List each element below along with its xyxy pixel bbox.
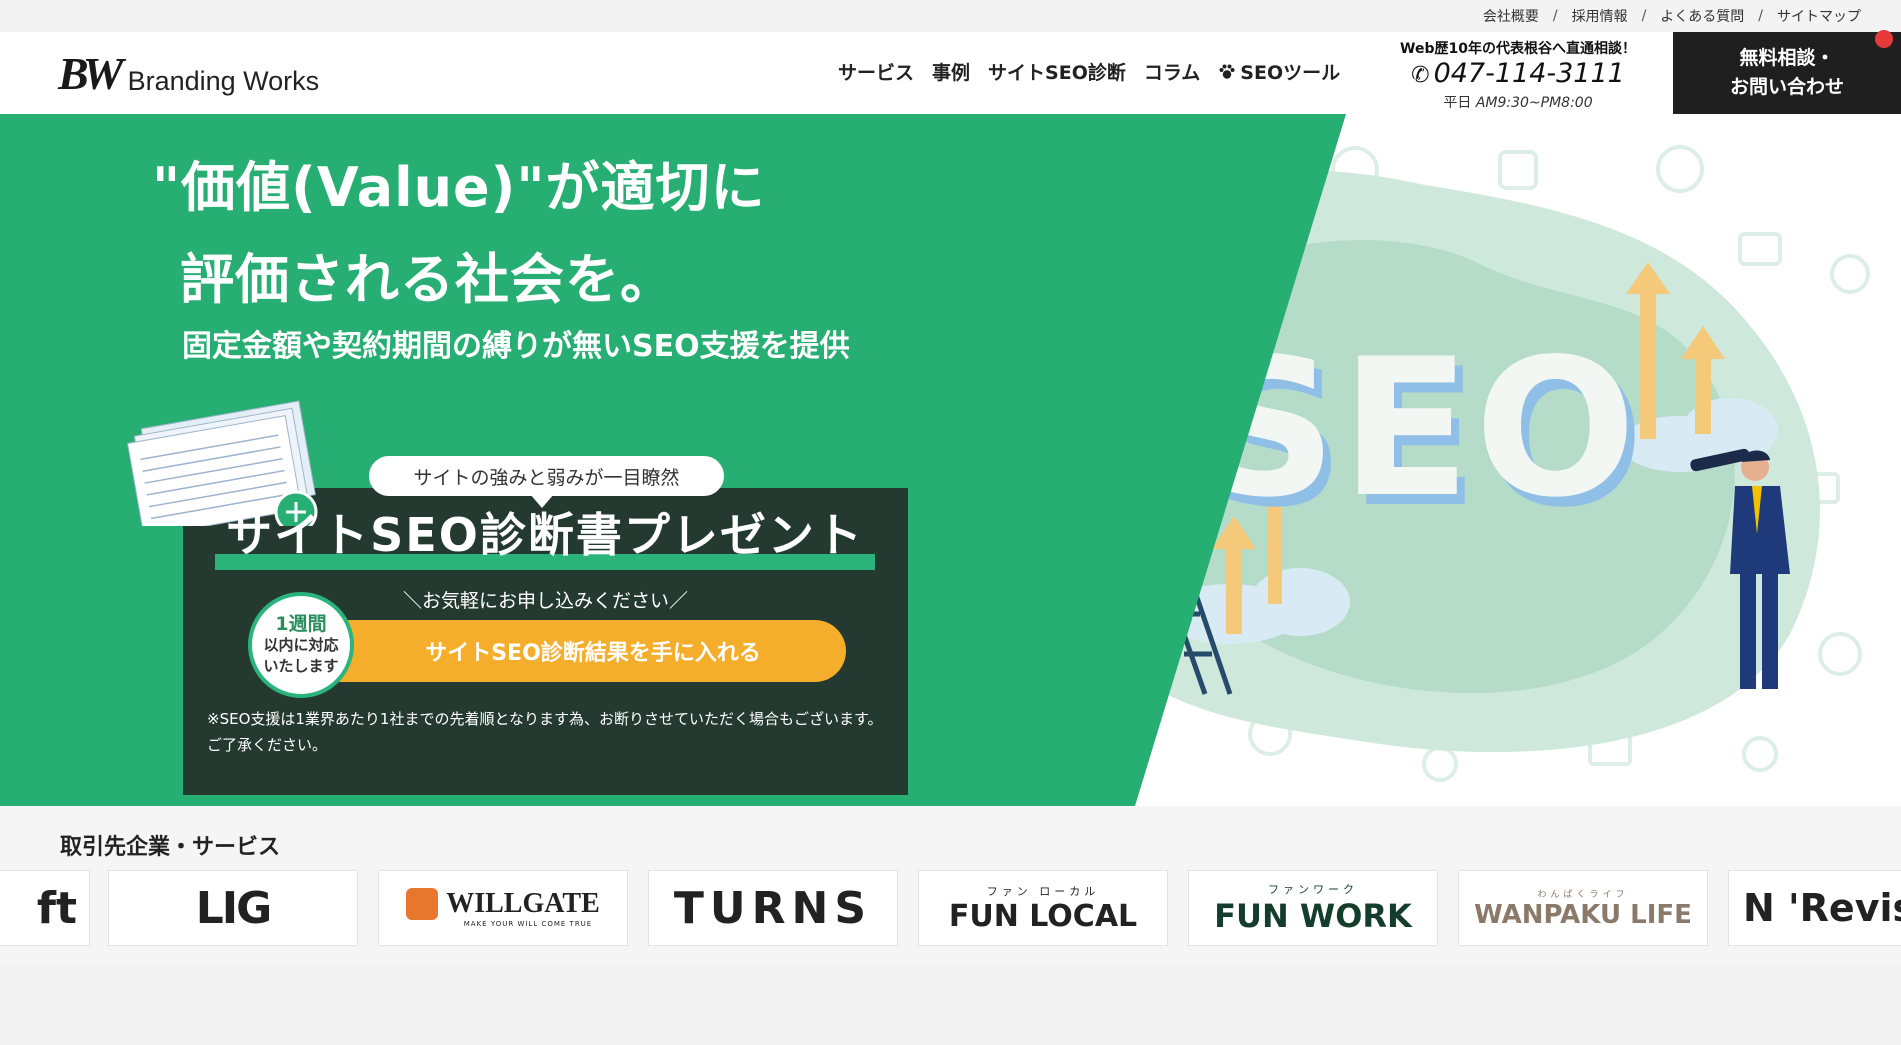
one-week-badge: 1週間 以内に対応 いたします — [248, 592, 354, 698]
client-logo[interactable]: わんぱくライフ WANPAKU LIFE — [1458, 870, 1708, 946]
nav-item-service[interactable]: サービス — [838, 58, 914, 85]
client-name: LIG — [195, 882, 273, 934]
headline-line2: 評価される社会を。 — [180, 248, 675, 311]
utility-bar: 会社概要 / 採用情報 / よくある質問 / サイトマップ — [0, 0, 1901, 32]
speech-bubble: サイトの強みと弱みが一目瞭然 — [369, 456, 724, 496]
logo-mark: BW — [58, 48, 124, 99]
client-logo[interactable]: ファンワーク FUN WORK — [1188, 870, 1438, 946]
client-name: ft — [36, 882, 77, 934]
hero-section: SEO SEO "価値(Value)"が適切に 評価される社会を。 固定金額や契… — [0, 114, 1901, 806]
clients-carousel: ft LIG WILLGATE MAKE YOUR WILL COME TRUE… — [0, 870, 1901, 948]
client-name: TURNS — [673, 882, 873, 934]
notice-text: ※SEO支援は1業界あたり1社までの先着順となります為、お断りさせていただく場合… — [207, 710, 883, 754]
hours-value: AM9:30~PM8:00 — [1475, 95, 1593, 111]
separator: / — [1552, 8, 1558, 24]
contact-info: Web歴10年の代表根谷へ直通相談！ ✆ 047-114-3111 平日 AM9:… — [1393, 38, 1643, 112]
nav-item-column[interactable]: コラム — [1144, 58, 1200, 85]
main-nav: サービス 事例 サイトSEO診断 コラム SEOツール — [838, 58, 1340, 85]
nav-item-seo-tool[interactable]: SEOツール — [1218, 58, 1340, 85]
separator: / — [1641, 8, 1647, 24]
client-name: WILLGATE — [446, 888, 600, 919]
present-title: サイトSEO診断書プレゼント — [226, 508, 864, 562]
logo[interactable]: BW Branding Works — [58, 48, 320, 99]
headline-line1: "価値(Value)"が適切に — [152, 156, 766, 219]
client-logo[interactable]: N 'Revis — [1728, 870, 1901, 946]
client-logo[interactable]: ft — [0, 870, 90, 946]
link-company[interactable]: 会社概要 — [1483, 6, 1539, 26]
client-reading: ファン ローカル — [986, 884, 1100, 898]
link-faq[interactable]: よくある質問 — [1660, 6, 1744, 26]
business-hours: 平日 AM9:30~PM8:00 — [1393, 92, 1643, 112]
client-name: N 'Revis — [1743, 886, 1901, 930]
phone-icon: ✆ — [1411, 63, 1430, 88]
notification-dot — [1875, 30, 1893, 48]
client-logo[interactable]: ファン ローカル FUN LOCAL — [918, 870, 1168, 946]
nav-item-cases[interactable]: 事例 — [932, 58, 970, 85]
separator: / — [1758, 8, 1763, 24]
client-logo[interactable]: LIG — [108, 870, 358, 946]
nav-item-seo-tool-label: SEOツール — [1240, 62, 1341, 84]
clients-title: 取引先企業・サービス — [60, 835, 281, 860]
site-header: BW Branding Works サービス 事例 サイトSEO診断 コラム S… — [0, 30, 1901, 114]
link-recruit[interactable]: 採用情報 — [1572, 6, 1628, 26]
client-name: FUN WORK — [1214, 897, 1412, 935]
contact-cta-button[interactable]: 無料相談・ お問い合わせ — [1673, 30, 1901, 114]
paw-icon — [1219, 64, 1235, 79]
client-logo[interactable]: WILLGATE MAKE YOUR WILL COME TRUE — [378, 870, 628, 946]
client-tagline: MAKE YOUR WILL COME TRUE — [463, 920, 593, 928]
phone-number[interactable]: ✆ 047-114-3111 — [1393, 58, 1643, 92]
client-reading: わんぱくライフ — [1537, 889, 1629, 900]
cta-line2: お問い合わせ — [1729, 76, 1844, 98]
badge-line1: 1週間 — [275, 612, 327, 635]
cta-line1: 無料相談・ — [1739, 47, 1835, 69]
hero-headline: "価値(Value)"が適切に 評価される社会を。 — [152, 142, 765, 326]
phone-text: 047-114-3111 — [1433, 58, 1625, 89]
get-diagnosis-button[interactable]: サイトSEO診断結果を手に入れる — [300, 620, 846, 682]
badge-line3: いたします — [263, 656, 339, 675]
hero-subhead: 固定金額や契約期間の縛りが無いSEO支援を提供 — [182, 329, 850, 364]
willgate-emblem-icon — [406, 888, 439, 920]
client-name: FUN LOCAL — [948, 898, 1138, 934]
nav-item-seo-diagnosis[interactable]: サイトSEO診断 — [988, 58, 1126, 85]
hours-label: 平日 — [1443, 95, 1472, 111]
badge-line2: 以内に対応 — [263, 635, 339, 654]
client-name: WANPAKU LIFE — [1474, 899, 1692, 930]
next-section — [0, 965, 1901, 1045]
client-logo[interactable]: TURNS — [648, 870, 898, 946]
link-sitemap[interactable]: サイトマップ — [1777, 6, 1861, 26]
contact-lead: Web歴10年の代表根谷へ直通相談！ — [1400, 41, 1636, 57]
client-reading: ファンワーク — [1268, 883, 1358, 896]
logo-text: Branding Works — [127, 66, 320, 96]
